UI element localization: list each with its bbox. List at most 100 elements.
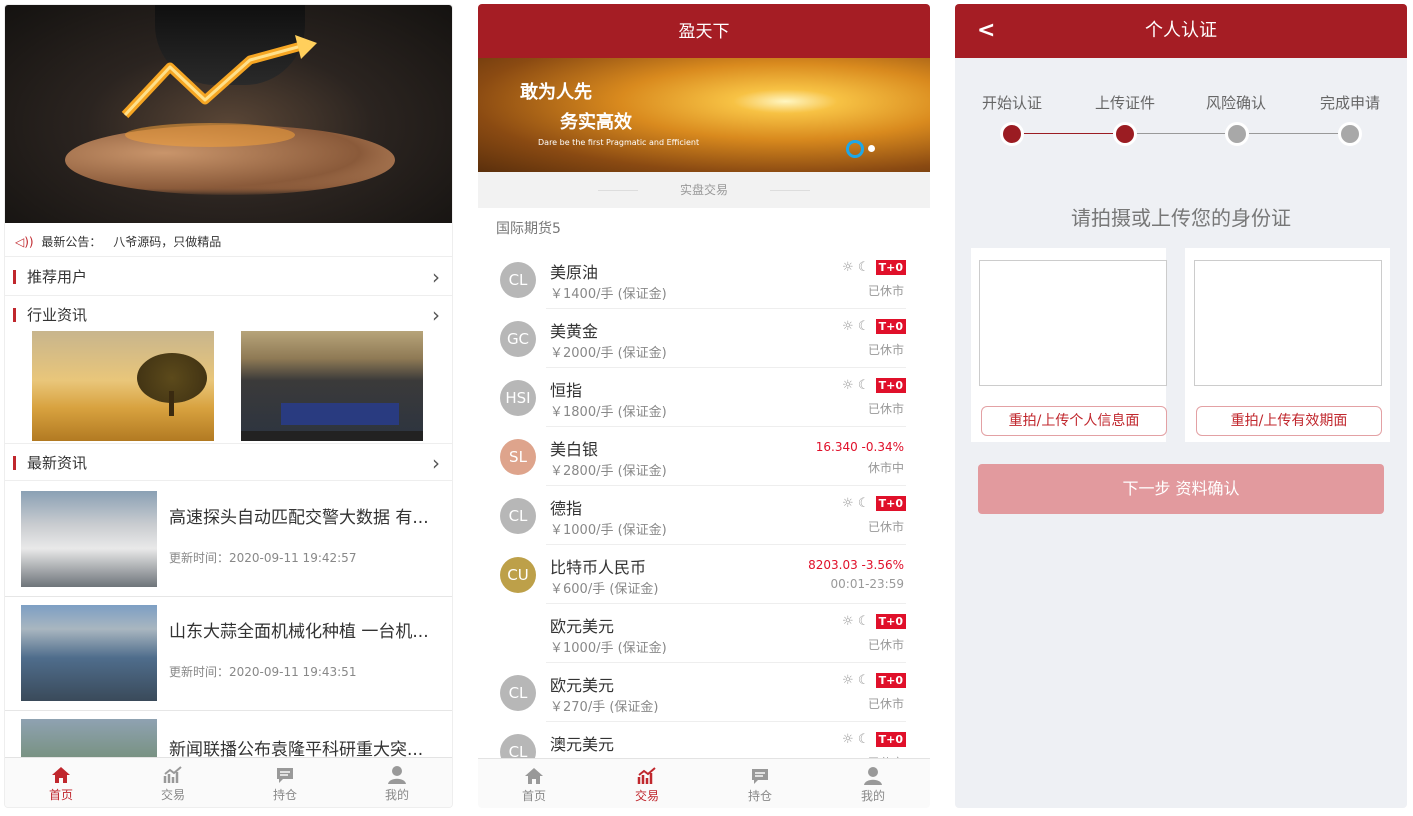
product-margin: ￥2000/手 (保证金): [550, 346, 667, 361]
tab-label: 交易: [634, 789, 659, 803]
section-latest-news[interactable]: 最新资讯 ›: [5, 443, 452, 481]
announcement-bar[interactable]: ◁)) 最新公告： 八爷源码，只做精品: [5, 227, 452, 257]
product-code-badge: CL: [500, 498, 536, 534]
sun-icon: ☼: [842, 378, 854, 393]
moon-icon: ☾: [857, 496, 870, 511]
product-name: 美原油: [550, 263, 599, 282]
news-title: 山东大蒜全面机械化种植 一台机...: [169, 622, 429, 642]
t0-badge: T+0: [875, 732, 906, 747]
tab-positions[interactable]: 持仓: [229, 758, 341, 807]
step-dot: [1338, 122, 1362, 146]
upload-front-button[interactable]: 重拍/上传个人信息面: [981, 406, 1167, 436]
product-row[interactable]: SL 美白银 ￥2800/手 (保证金) 16.340 -0.34% 休市中: [478, 427, 930, 486]
section-recommended-users[interactable]: 推荐用户 ›: [5, 258, 452, 296]
banner-line-2: 务实高效: [560, 112, 632, 133]
product-status: 已休市: [867, 638, 904, 652]
industry-news-image-meeting[interactable]: [241, 331, 423, 441]
news-thumbnail: [21, 491, 157, 587]
tab-label: 持仓: [272, 788, 297, 802]
chevron-right-icon: ›: [432, 303, 440, 327]
back-icon[interactable]: <: [977, 4, 995, 58]
product-margin: ￥600/手 (保证金): [550, 582, 659, 597]
id-back-preview[interactable]: [1194, 260, 1382, 386]
step-label: 完成申请: [1319, 94, 1380, 112]
product-status: 已休市: [867, 402, 904, 416]
product-code-badge: CL: [500, 262, 536, 298]
step-dot: [1113, 122, 1137, 146]
industry-news-image-tree[interactable]: [32, 331, 214, 441]
tab-home[interactable]: 首页: [5, 758, 117, 807]
upload-back-button[interactable]: 重拍/上传有效期面: [1196, 406, 1382, 436]
news-item[interactable]: 高速探头自动匹配交警大数据 有... 更新时间：2020-09-11 19:42…: [5, 483, 452, 597]
promo-banner[interactable]: 敢为人先 务实高效 Dare be the first Pragmatic an…: [478, 58, 930, 172]
product-code-badge: CU: [500, 557, 536, 593]
tab-home[interactable]: 首页: [478, 759, 590, 808]
news-item[interactable]: 山东大蒜全面机械化种植 一台机... 更新时间：2020-09-11 19:43…: [5, 597, 452, 711]
product-status: 00:01-23:59: [830, 577, 905, 591]
product-row[interactable]: 欧元美元 ￥1000/手 (保证金) ☼ ☾ T+0 已休市: [478, 604, 930, 663]
carousel-dots[interactable]: [846, 138, 875, 158]
progress-steps: 开始认证 上传证件 风险确认 完成申请: [955, 92, 1407, 162]
tab-trade[interactable]: 交易: [117, 758, 229, 807]
user-icon: [388, 766, 406, 784]
product-row[interactable]: GC 美黄金 ￥2000/手 (保证金) ☼ ☾ T+0 已休市: [478, 309, 930, 368]
tab-label: 交易: [160, 788, 185, 802]
news-thumbnail: [21, 605, 157, 701]
section-marker: [13, 308, 16, 322]
page-title: 个人认证: [1145, 20, 1217, 41]
tab-mine[interactable]: 我的: [341, 758, 452, 807]
t0-badge: T+0: [875, 496, 906, 511]
id-front-preview[interactable]: [979, 260, 1167, 386]
product-margin: ￥270/手 (保证金): [550, 700, 659, 715]
product-row[interactable]: CU 比特币人民币 ￥600/手 (保证金) 8203.03 -3.56% 00:01-…: [478, 545, 930, 604]
product-margin: ￥1800/手 (保证金): [550, 405, 667, 420]
product-row[interactable]: HSI 恒指 ￥1800/手 (保证金) ☼ ☾ T+0 已休市: [478, 368, 930, 427]
tab-trade[interactable]: 交易: [591, 759, 703, 808]
carousel-dot-active[interactable]: [846, 139, 864, 158]
trading-session-icons: ☼ ☾ T+0: [842, 319, 906, 334]
sun-icon: ☼: [842, 673, 854, 688]
product-name: 美白银: [550, 440, 599, 459]
step-dot: [1000, 122, 1024, 146]
section-marker: [13, 270, 16, 284]
moon-icon: ☾: [857, 614, 870, 629]
chevron-right-icon: ›: [432, 451, 440, 475]
product-code-badge: SL: [500, 439, 536, 475]
product-row[interactable]: CL 欧元美元 ￥270/手 (保证金) ☼ ☾ T+0 已休市: [478, 663, 930, 722]
product-code-badge: CL: [500, 675, 536, 711]
product-name: 欧元美元: [550, 617, 615, 636]
t0-badge: T+0: [875, 378, 906, 393]
sun-icon: ☼: [842, 732, 854, 747]
product-row[interactable]: CL 德指 ￥1000/手 (保证金) ☼ ☾ T+0 已休市: [478, 486, 930, 545]
tree-trunk-shape: [169, 391, 174, 416]
hero-banner[interactable]: [5, 5, 452, 223]
app-header: 盈天下: [478, 4, 930, 58]
tab-positions[interactable]: 持仓: [704, 759, 816, 808]
step-dot: [1225, 122, 1249, 146]
moon-icon: ☾: [857, 732, 870, 747]
trade-chart-icon: [637, 767, 656, 784]
message-icon: [752, 769, 768, 784]
section-industry-news[interactable]: 行业资讯 ›: [5, 296, 452, 334]
rising-chart-flame-icon: [121, 35, 317, 147]
product-status: 已休市: [867, 520, 904, 534]
moon-icon: ☾: [857, 319, 870, 334]
tab-mine[interactable]: 我的: [817, 759, 929, 808]
carousel-dot[interactable]: [868, 145, 875, 152]
trading-session-icons: ☼ ☾ T+0: [842, 673, 906, 688]
sun-icon: ☼: [842, 614, 854, 629]
product-code-badge: GC: [500, 321, 536, 357]
category-label: 国际期货5: [496, 221, 561, 237]
next-step-button[interactable]: 下一步 资料确认: [978, 464, 1384, 514]
product-status: 已休市: [867, 284, 904, 298]
tab-label: 我的: [860, 789, 885, 803]
app-title: 盈天下: [678, 22, 730, 42]
step-connector: [1013, 133, 1125, 134]
chevron-right-icon: ›: [432, 265, 440, 289]
section-title: 推荐用户: [27, 268, 88, 286]
divider-line: [770, 190, 810, 191]
product-row[interactable]: CL 美原油 ￥1400/手 (保证金) ☼ ☾ T+0 已休市: [478, 250, 930, 309]
product-name: 美黄金: [550, 322, 599, 341]
tab-label: 持仓: [747, 789, 772, 803]
trading-session-icons: ☼ ☾ T+0: [842, 496, 906, 511]
